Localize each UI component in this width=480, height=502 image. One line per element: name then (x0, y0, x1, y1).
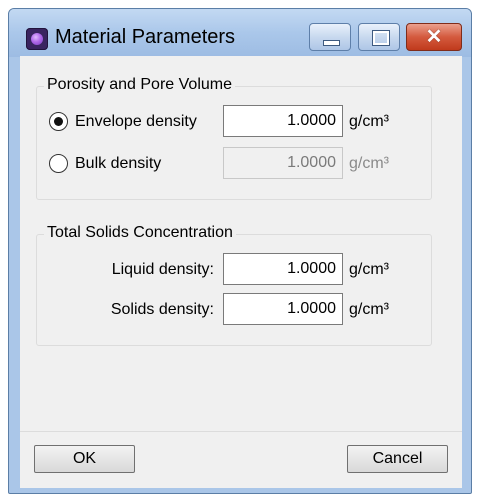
ok-button[interactable]: OK (34, 445, 135, 473)
liquid-density-input[interactable] (223, 253, 343, 285)
liquid-density-unit: g/cm³ (349, 261, 389, 278)
close-icon: ✕ (425, 26, 443, 48)
minimize-button[interactable] (309, 23, 351, 51)
window-title: Material Parameters (55, 26, 236, 48)
solids-density-unit: g/cm³ (349, 301, 389, 318)
envelope-density-label[interactable]: Envelope density (75, 113, 197, 131)
bulk-density-unit: g/cm³ (349, 155, 389, 172)
solids-density-input[interactable] (223, 293, 343, 325)
app-logo-icon (26, 28, 48, 50)
minimize-icon (323, 40, 340, 46)
bulk-density-radio-button[interactable] (49, 154, 68, 173)
envelope-density-radio-button[interactable] (49, 112, 68, 131)
envelope-density-unit: g/cm³ (349, 113, 389, 130)
porosity-group-title: Porosity and Pore Volume (44, 76, 235, 94)
title-bar[interactable]: Material Parameters ✕ (9, 9, 471, 57)
cancel-button[interactable]: Cancel (347, 445, 448, 473)
dialog-footer: OK Cancel (20, 431, 462, 488)
maximize-button[interactable] (358, 23, 400, 51)
porosity-group: Porosity and Pore Volume Envelope densit… (36, 76, 432, 200)
total-solids-group-title: Total Solids Concentration (44, 224, 236, 242)
envelope-density-input[interactable] (223, 105, 343, 137)
close-button[interactable]: ✕ (406, 23, 462, 51)
bulk-density-label[interactable]: Bulk density (75, 155, 161, 173)
liquid-density-label: Liquid density: (111, 261, 214, 278)
maximize-icon (372, 30, 390, 46)
total-solids-group: Total Solids Concentration Liquid densit… (36, 224, 432, 346)
bulk-density-input (223, 147, 343, 179)
material-parameters-window: Material Parameters ✕ Porosity and Pore … (8, 8, 472, 494)
solids-density-label: Solids density: (110, 301, 214, 318)
dialog-content: Porosity and Pore Volume Envelope densit… (20, 56, 462, 431)
